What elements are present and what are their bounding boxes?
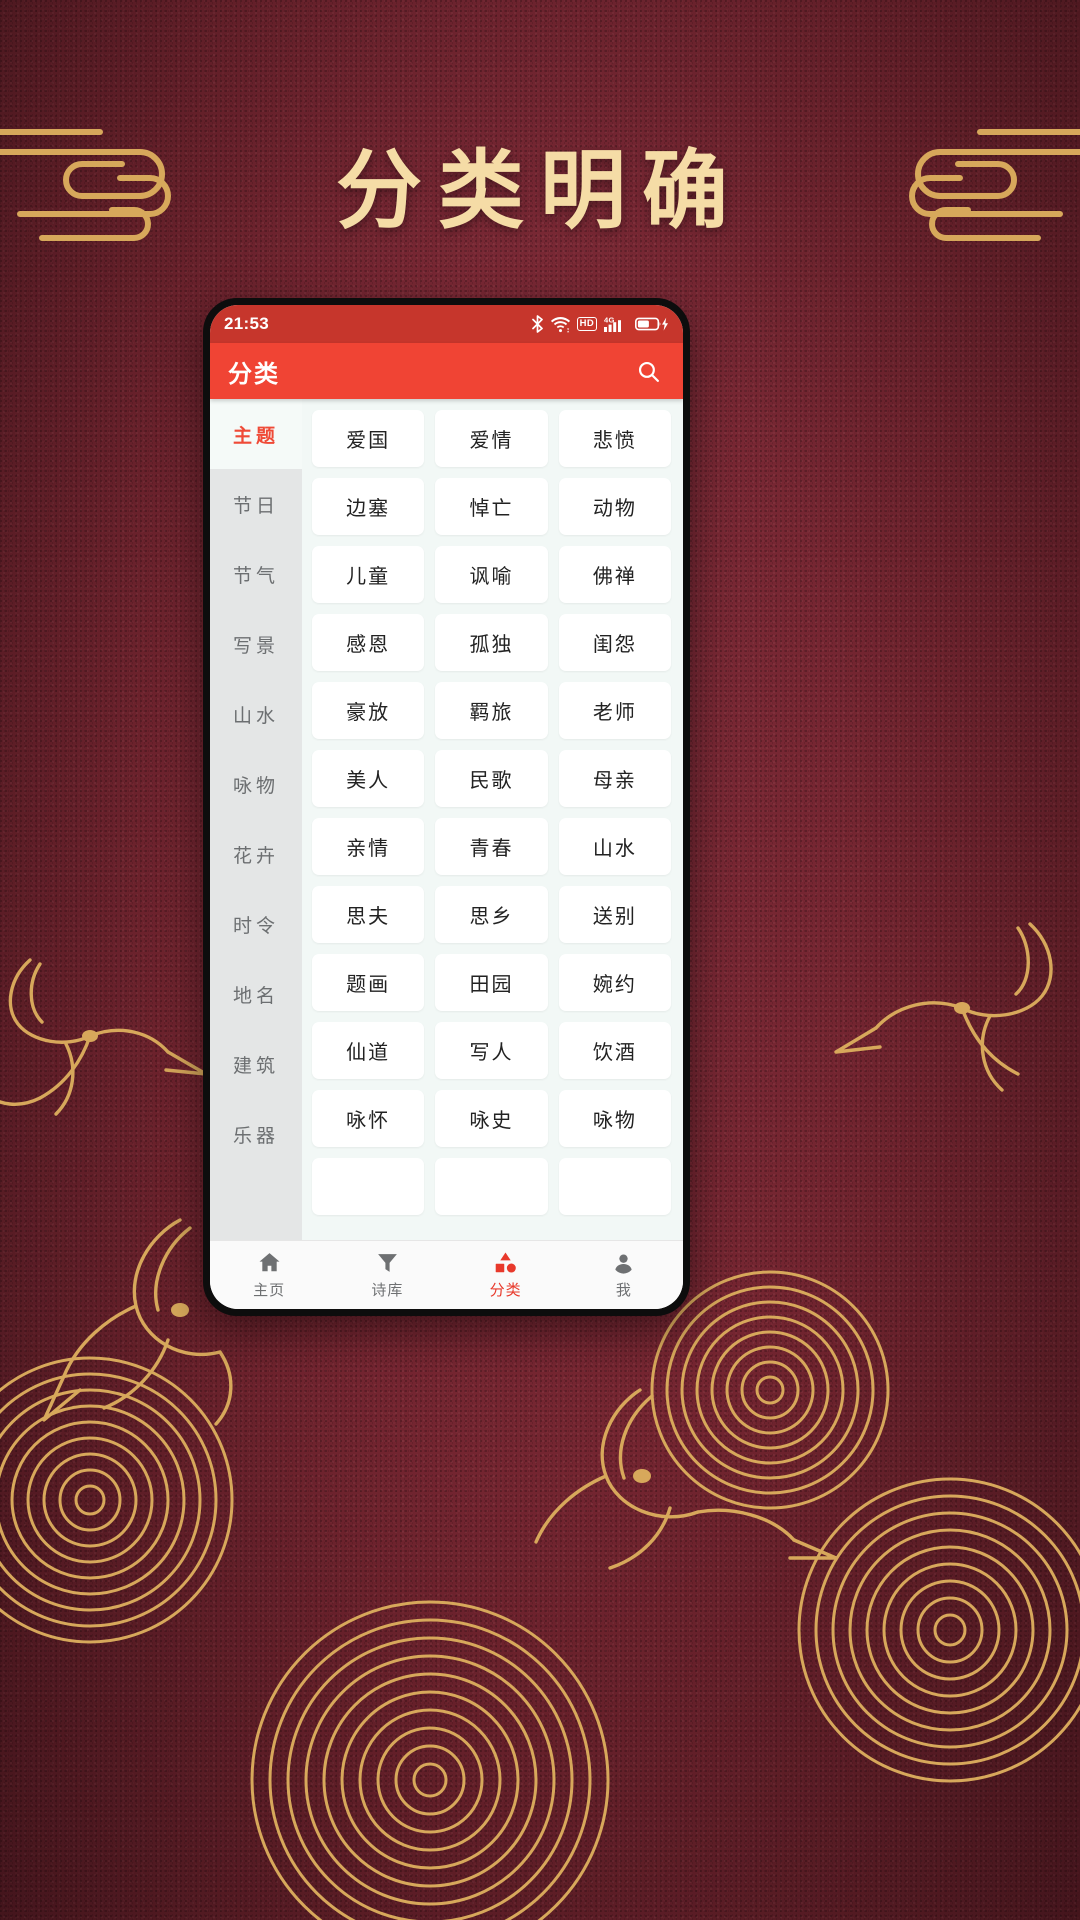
sidebar-item-7[interactable]: 花卉 [210, 819, 302, 889]
category-card[interactable]: 青春 [435, 818, 548, 875]
spiral-wave-center-icon [230, 1560, 630, 1920]
sidebar-item-label: 地名 [232, 985, 279, 1007]
crane-right-icon [820, 890, 1080, 1115]
category-card[interactable]: 思夫 [312, 886, 425, 943]
category-card[interactable]: 感恩 [312, 614, 425, 671]
shapes-icon [493, 1250, 518, 1274]
nav-item-label: 分类 [489, 1282, 522, 1299]
category-card[interactable]: 老师 [558, 682, 671, 739]
phone-frame: 21:53 HD 4G 分类 主题 节日 节气 写景 山水 咏物 花卉 时令 地… [203, 298, 690, 1316]
sidebar-item-9[interactable]: 地名 [210, 959, 302, 1029]
category-card[interactable]: 讽喻 [435, 546, 548, 603]
sidebar-item-5[interactable]: 山水 [210, 679, 302, 749]
signal-4g-icon: 4G [604, 315, 628, 333]
category-card[interactable]: 爱情 [435, 410, 548, 467]
category-card[interactable]: 饮酒 [558, 1022, 671, 1079]
category-card-partial[interactable] [558, 1158, 671, 1215]
category-card[interactable]: 题画 [312, 954, 425, 1011]
category-card[interactable]: 咏史 [435, 1090, 548, 1147]
category-card[interactable]: 亲情 [312, 818, 425, 875]
app-bar: 分类 [210, 343, 683, 399]
sidebar-item-label: 乐器 [232, 1125, 279, 1147]
category-card[interactable]: 美人 [312, 750, 425, 807]
poster-title: 分类明确 [336, 140, 744, 241]
category-card[interactable]: 母亲 [558, 750, 671, 807]
sidebar-item-1[interactable]: 主题 [210, 399, 302, 469]
spiral-wave-right-icon [770, 1430, 1080, 1795]
sidebar-item-label: 节日 [232, 495, 279, 517]
category-card[interactable]: 悲愤 [558, 410, 671, 467]
hd-icon: HD [576, 316, 597, 332]
nav-item-主页[interactable]: 主页 [210, 1250, 328, 1300]
category-card[interactable]: 民歌 [435, 750, 548, 807]
category-card[interactable]: 孤独 [435, 614, 548, 671]
nav-item-我[interactable]: 我 [565, 1250, 683, 1300]
category-card[interactable]: 咏怀 [312, 1090, 425, 1147]
category-card[interactable]: 动物 [558, 478, 671, 535]
category-card[interactable]: 儿童 [312, 546, 425, 603]
category-card[interactable]: 闺怨 [558, 614, 671, 671]
svg-text:4G: 4G [604, 315, 615, 324]
category-card[interactable]: 思乡 [435, 886, 548, 943]
crane-left-icon [0, 920, 230, 1155]
category-sidebar[interactable]: 主题节日节气写景山水咏物花卉时令地名建筑乐器 [210, 399, 302, 1240]
category-card[interactable]: 写人 [435, 1022, 548, 1079]
nav-item-分类[interactable]: 分类 [447, 1250, 565, 1300]
sidebar-item-2[interactable]: 节日 [210, 469, 302, 539]
sidebar-item-label: 咏物 [232, 775, 279, 797]
category-card[interactable]: 羁旅 [435, 682, 548, 739]
nav-item-label: 我 [615, 1282, 632, 1299]
poster-background: 分类明确 21:53 HD 4G 分类 主题 节日 节气 写景 山水 咏物 花卉… [0, 0, 1080, 1920]
category-card[interactable]: 婉约 [558, 954, 671, 1011]
spiral-wave-left-icon [0, 1330, 280, 1675]
sidebar-item-label: 节气 [232, 565, 279, 587]
page-title: 分类 [228, 360, 280, 388]
funnel-icon [375, 1250, 400, 1274]
wifi-icon [550, 316, 570, 333]
sidebar-item-label: 写景 [232, 635, 279, 657]
sidebar-item-label: 山水 [232, 705, 279, 727]
category-grid-scroll[interactable]: 爱国 爱情 悲愤边塞 悼亡 动物儿童 讽喻 佛禅感恩 孤独 闺怨豪放 羁旅 老师美人 民歌 母亲亲情 青春… [302, 399, 683, 1240]
category-card-partial[interactable] [312, 1158, 425, 1215]
status-bar-icons: HD 4G [531, 315, 669, 333]
sidebar-item-8[interactable]: 时令 [210, 889, 302, 959]
sidebar-item-label: 建筑 [232, 1055, 279, 1077]
category-card[interactable]: 送别 [558, 886, 671, 943]
category-card[interactable]: 边塞 [312, 478, 425, 535]
category-card[interactable]: 悼亡 [435, 478, 548, 535]
crane-bottom-center-icon [520, 1330, 840, 1575]
nav-item-诗库[interactable]: 诗库 [328, 1250, 446, 1300]
sidebar-item-10[interactable]: 建筑 [210, 1029, 302, 1099]
sidebar-item-6[interactable]: 咏物 [210, 749, 302, 819]
category-card[interactable]: 山水 [558, 818, 671, 875]
category-card[interactable]: 佛禅 [558, 546, 671, 603]
category-card[interactable]: 田园 [435, 954, 548, 1011]
phone-screen: 21:53 HD 4G 分类 主题 节日 节气 写景 山水 咏物 花卉 时令 地… [210, 305, 683, 1309]
home-icon [257, 1250, 282, 1274]
category-card[interactable]: 仙道 [312, 1022, 425, 1079]
sidebar-item-label: 花卉 [232, 845, 279, 867]
category-card[interactable]: 爱国 [312, 410, 425, 467]
bluetooth-icon [531, 315, 544, 333]
search-icon[interactable] [631, 354, 665, 388]
category-browser: 主题 节日 节气 写景 山水 咏物 花卉 时令 地名 建筑 乐器 爱国 爱情 悲愤 边塞 悼亡 动物 儿童 讽喻佛… [210, 399, 683, 1240]
category-card[interactable]: 咏物 [558, 1090, 671, 1147]
nav-item-label: 诗库 [371, 1282, 404, 1299]
sidebar-item-3[interactable]: 节气 [210, 539, 302, 609]
status-bar: 21:53 HD 4G [210, 305, 683, 343]
bottom-navigation: 主页 诗库 分类 我 [210, 1240, 683, 1309]
sidebar-item-11[interactable]: 乐器 [210, 1099, 302, 1169]
sidebar-item-4[interactable]: 写景 [210, 609, 302, 679]
sidebar-item-label: 时令 [232, 915, 279, 937]
category-card-partial[interactable] [435, 1158, 548, 1215]
category-grid: 爱国 爱情 悲愤边塞 悼亡 动物儿童 讽喻 佛禅感恩 孤独 闺怨豪放 羁旅 老师美人 民歌 母亲亲情 青春… [302, 399, 683, 1215]
person-icon [611, 1250, 636, 1274]
category-card[interactable]: 豪放 [312, 682, 425, 739]
battery-charging-icon [635, 316, 669, 332]
status-bar-time: 21:53 [224, 314, 269, 333]
nav-item-label: 主页 [253, 1282, 286, 1299]
sidebar-item-label: 主题 [232, 425, 279, 447]
